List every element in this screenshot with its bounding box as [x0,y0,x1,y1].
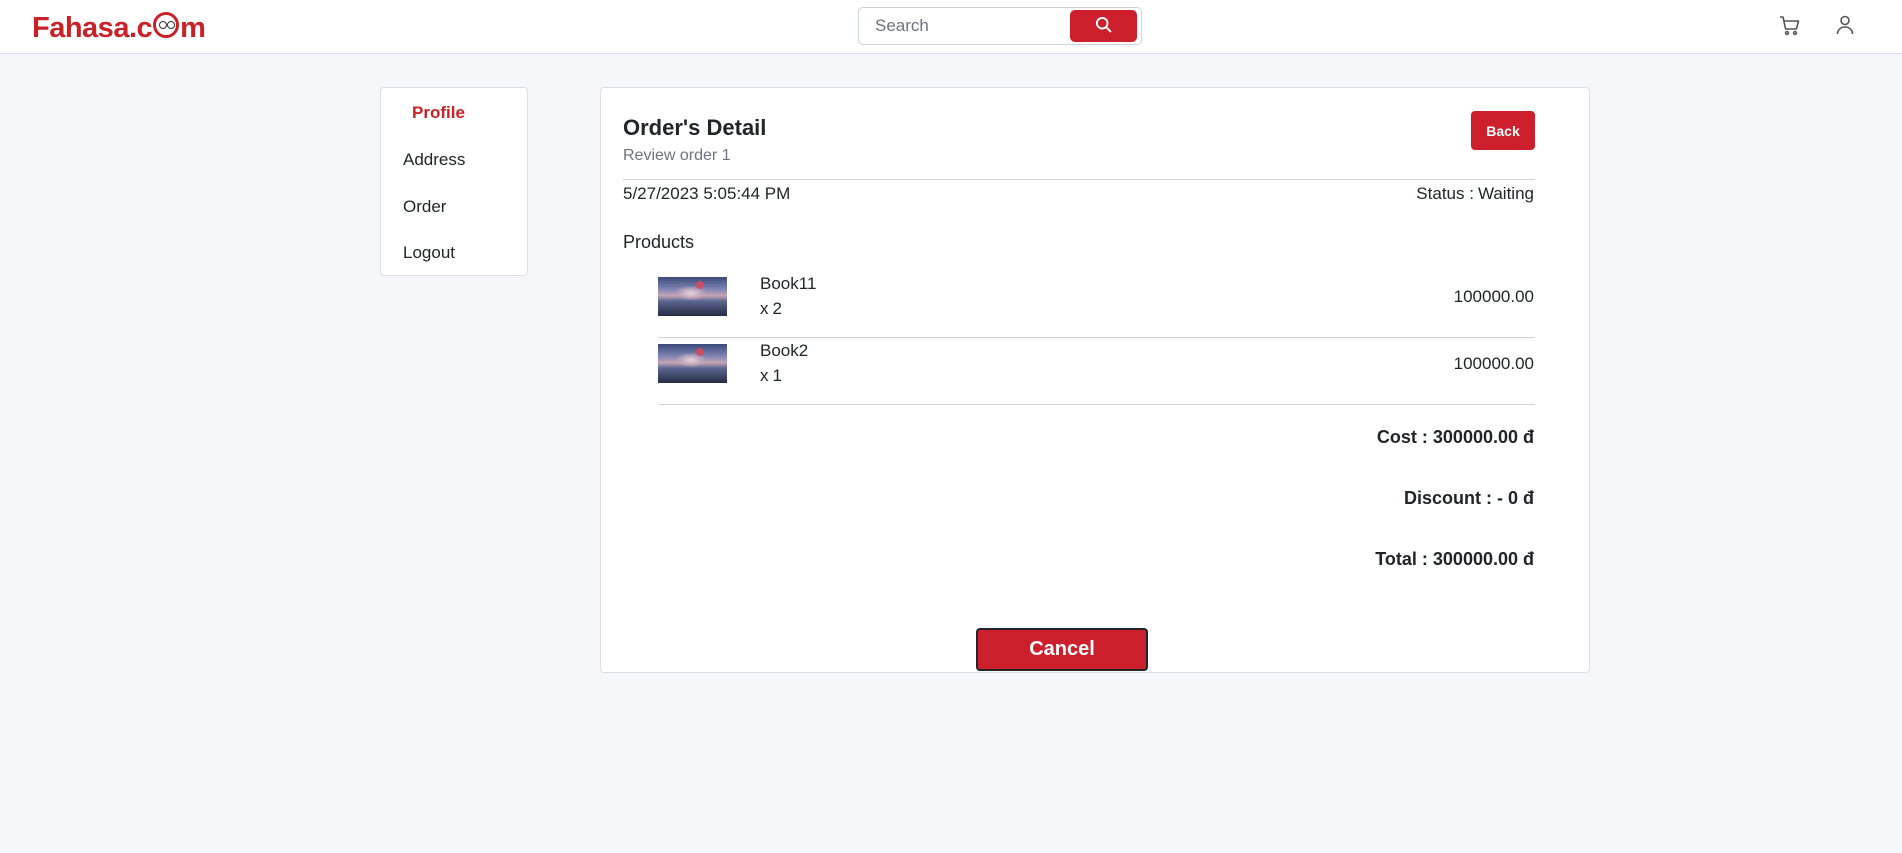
product-thumbnail [658,344,727,383]
logo-text: Fahasa.c [32,11,153,44]
sidebar-item-order[interactable]: Order [403,197,446,217]
logo-mascot-icon [153,12,180,38]
product-divider [658,404,1535,405]
cost-value: 300000.00 đ [1432,427,1534,447]
account-button[interactable] [1830,12,1860,42]
sidebar-item-profile[interactable]: Profile [412,103,465,123]
total-value: 300000.00 đ [1432,549,1534,569]
product-divider [658,337,1535,338]
back-button[interactable]: Back [1471,111,1535,150]
top-navbar: Fahasa.c m [0,0,1902,54]
product-thumbnail [658,277,727,316]
order-cost: Cost :300000.00 đ [1376,427,1534,447]
cart-button[interactable] [1775,12,1805,42]
logo-text-end: m [180,11,206,44]
fahasa-logo[interactable]: Fahasa.c m [32,11,206,44]
status-badge: Waiting [1477,184,1534,203]
cart-icon [1778,13,1802,42]
discount-value: - 0 đ [1496,488,1534,508]
product-price: 100000.00 [1453,354,1534,373]
search-input[interactable] [859,8,1069,44]
user-icon [1833,13,1857,42]
product-name: Book11 [760,274,817,293]
product-quantity: x2 [760,299,782,318]
product-name: Book2 [760,341,809,360]
order-discount: Discount :- 0 đ [1403,488,1534,508]
cancel-order-button[interactable]: Cancel [976,628,1148,671]
products-heading: Products [623,232,695,252]
account-sidebar: Profile Address Order Logout [380,87,528,276]
search-bar [858,7,1142,45]
sidebar-item-logout[interactable]: Logout [403,243,455,263]
sidebar-item-address[interactable]: Address [403,150,465,170]
page-subtitle: Review order 1 [623,147,731,164]
order-total: Total :300000.00 đ [1375,549,1534,569]
search-button[interactable] [1070,10,1137,42]
product-price: 100000.00 [1453,287,1534,306]
header-divider [623,179,1535,180]
search-icon [1095,16,1112,36]
order-date: 5/27/2023 5:05:44 PM [623,184,791,203]
status-label: Status : [1416,184,1474,203]
product-quantity: x1 [760,366,782,385]
order-status: Status : Waiting [1416,184,1534,204]
page-title: Order's Detail [623,115,767,140]
order-detail-card: Order's Detail Review order 1 Back 5/27/… [600,87,1590,673]
